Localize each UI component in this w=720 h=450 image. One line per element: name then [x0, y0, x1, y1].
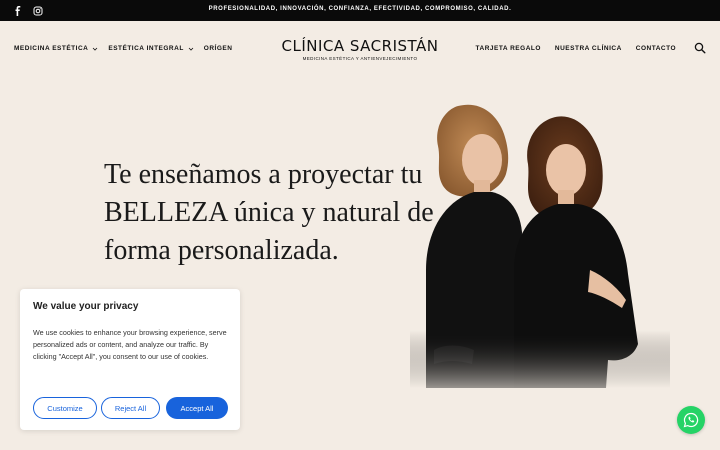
whatsapp-chat-button[interactable] [677, 406, 705, 434]
nav-item-tarjeta-regalo[interactable]: TARJETA REGALO [476, 45, 541, 52]
reject-all-button[interactable]: Reject All [101, 397, 160, 419]
accept-all-button[interactable]: Accept All [166, 397, 228, 419]
nav-item-label: CONTACTO [635, 45, 676, 52]
nav-item-label: MEDICINA ESTÉTICA [14, 45, 89, 52]
site-logo[interactable]: CLÍNICA SACRISTÁN MEDICINA ESTÉTICA Y AN… [280, 37, 440, 61]
nav-item-label: TARJETA REGALO [475, 45, 541, 52]
nav-item-contacto[interactable]: CONTACTO [636, 45, 676, 52]
customize-button[interactable]: Customize [33, 397, 97, 419]
nav-item-label: ORÍGEN [203, 45, 233, 52]
whatsapp-icon [683, 412, 699, 428]
nav-item-nuestra-clinica[interactable]: NUESTRA CLÍNICA [555, 45, 622, 52]
logo-subtitle: MEDICINA ESTÉTICA Y ANTIENVEJECIMIENTO [302, 56, 418, 61]
nav-item-label: ESTÉTICA INTEGRAL [108, 45, 184, 52]
cookie-banner-text: We use cookies to enhance your browsing … [33, 328, 227, 361]
cookie-banner-title: We value your privacy [33, 301, 139, 312]
nav-item-origen[interactable]: ORÍGEN [204, 45, 233, 52]
main-navigation: MEDICINA ESTÉTICA ESTÉTICA INTEGRAL ORÍG… [0, 21, 720, 75]
nav-left-menu: MEDICINA ESTÉTICA ESTÉTICA INTEGRAL ORÍG… [14, 45, 232, 52]
logo-name: CLÍNICA SACRISTÁN [281, 37, 439, 55]
top-announcement-bar: PROFESIONALIDAD, INNOVACIÓN, CONFIANZA, … [0, 0, 720, 21]
chevron-down-icon [188, 47, 194, 51]
chevron-down-icon [93, 47, 98, 51]
nav-right-menu: TARJETA REGALO NUESTRA CLÍNICA CONTACTO [476, 45, 676, 52]
search-icon[interactable] [694, 41, 706, 54]
nav-item-label: NUESTRA CLÍNICA [554, 45, 622, 52]
brand-values-tagline: PROFESIONALIDAD, INNOVACIÓN, CONFIANZA, … [208, 6, 512, 12]
cookie-consent-banner: We value your privacy We use cookies to … [20, 289, 240, 430]
hero-title: Te enseñamos a proyectar tu BELLEZA únic… [104, 159, 434, 266]
nav-item-medicina-estetica[interactable]: MEDICINA ESTÉTICA [14, 45, 98, 52]
hero-photo-two-women [410, 100, 670, 388]
cookie-banner-actions: Customize Reject All Accept All [33, 397, 228, 419]
nav-item-estetica-integral[interactable]: ESTÉTICA INTEGRAL [108, 45, 194, 52]
